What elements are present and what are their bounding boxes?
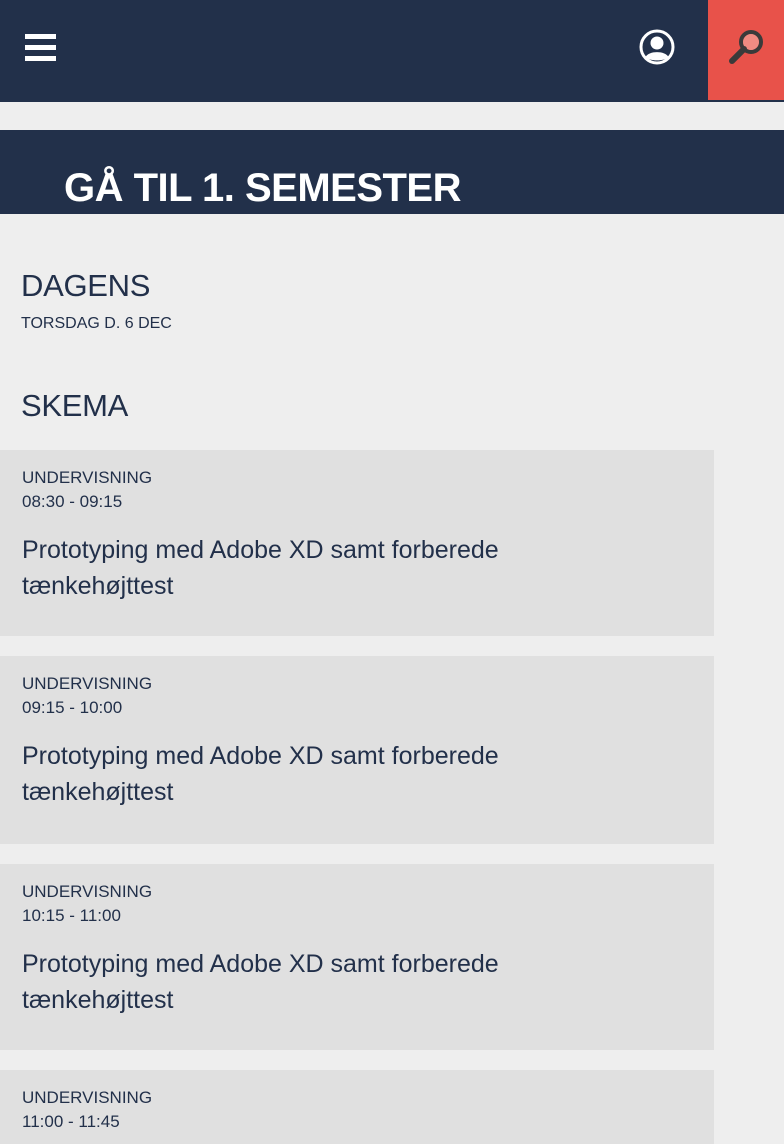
semester-link[interactable]: GÅ TIL 1. SEMESTER (0, 130, 784, 214)
schedule-item-type: UNDERVISNING (22, 674, 153, 693)
schedule-item-type: UNDERVISNING (22, 882, 153, 901)
menu-line (25, 56, 56, 61)
magnifier-icon (729, 30, 763, 64)
user-circle-icon[interactable] (637, 27, 677, 67)
schedule-item-title: Prototyping med Adobe XD samt forberede … (22, 950, 499, 1014)
schedule-item[interactable]: UNDERVISNING 10:15 - 11:00 Prototyping m… (0, 864, 714, 1050)
schedule-item-time: 08:30 - 09:15 (22, 492, 123, 511)
schedule-item[interactable]: UNDERVISNING 08:30 - 09:15 Prototyping m… (0, 450, 714, 636)
menu-line (25, 34, 56, 39)
schedule-heading: SKEMA (21, 388, 129, 423)
hamburger-menu-icon[interactable] (25, 34, 56, 62)
menu-line (25, 45, 56, 50)
schedule-item-type: UNDERVISNING (22, 468, 153, 487)
search-button[interactable] (708, 0, 784, 100)
schedule-item-title: Prototyping med Adobe XD samt forberede … (22, 536, 499, 600)
schedule-item[interactable]: UNDERVISNING 11:00 - 11:45 (0, 1070, 714, 1144)
schedule-item-time: 10:15 - 11:00 (22, 906, 121, 925)
schedule-item-type: UNDERVISNING (22, 1088, 153, 1107)
top-bar (0, 0, 784, 102)
today-heading: DAGENS (21, 268, 151, 303)
today-date: TORSDAG D. 6 DEC (21, 315, 172, 332)
schedule-item-title: Prototyping med Adobe XD samt forberede … (22, 742, 499, 806)
schedule-item[interactable]: UNDERVISNING 09:15 - 10:00 Prototyping m… (0, 656, 714, 844)
schedule-item-time: 09:15 - 10:00 (22, 698, 123, 717)
schedule-item-time: 11:00 - 11:45 (22, 1112, 120, 1131)
semester-link-label: GÅ TIL 1. SEMESTER (64, 166, 462, 210)
